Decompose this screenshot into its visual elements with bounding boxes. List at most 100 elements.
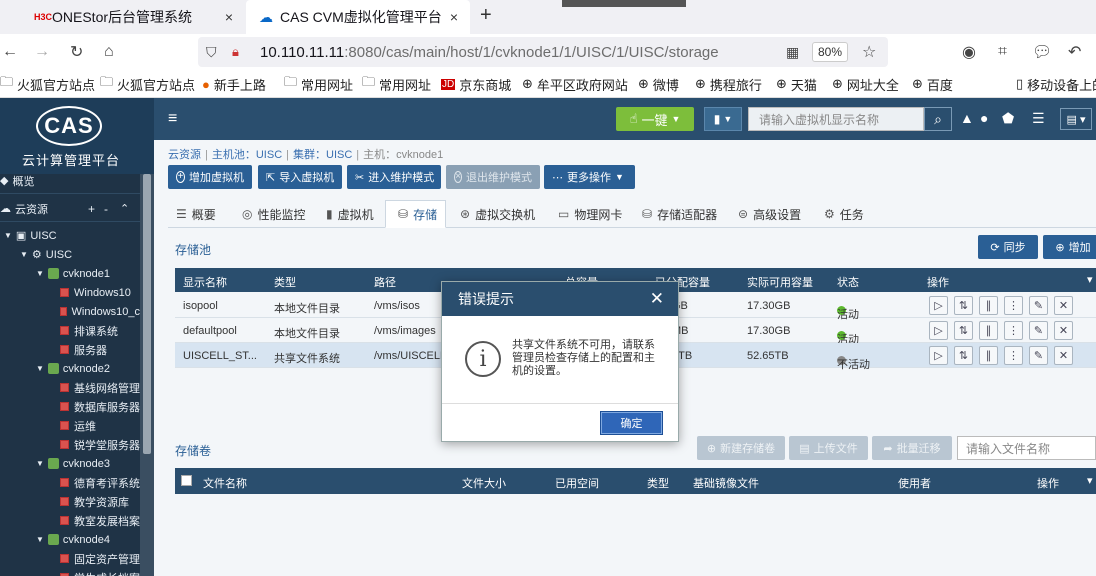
file-search-input[interactable]: 请输入文件名称 [957, 436, 1096, 460]
bookmark-item[interactable]: ● 新手上路 [202, 70, 266, 98]
batch-migrate-button[interactable]: ➦ 批量迁移 [872, 436, 952, 460]
column-menu-icon[interactable]: ▾ [1087, 474, 1093, 487]
tab-nic[interactable]: ▭ 物理网卡 [558, 200, 622, 228]
bookmark-item[interactable]: JD 京东商城 [441, 70, 511, 98]
tree-vm-item[interactable]: 德育考评系统 [0, 473, 140, 492]
tab-storage[interactable]: ⛁ 存储 [385, 200, 447, 228]
new-volume-button[interactable]: ⊕ 新建存储卷 [697, 436, 785, 460]
list-icon[interactable]: ⋮ [1004, 296, 1023, 315]
start-icon[interactable]: ▷ [929, 321, 948, 340]
tab-storage-adapter[interactable]: ⛁ 存储适配器 [642, 200, 717, 228]
tree-vm-item[interactable]: 基线网络管理 [0, 378, 140, 397]
tab-close-icon[interactable]: × [225, 9, 233, 25]
shirt-icon[interactable]: ⬟ [1002, 110, 1014, 127]
tab-vms[interactable]: ▮ 虚拟机 [326, 200, 374, 228]
column-header[interactable]: 状态 [837, 274, 859, 290]
column-header[interactable]: 类型 [647, 475, 669, 491]
tree-host-item[interactable]: ▼ cvknode2 [0, 359, 140, 378]
column-header[interactable]: 文件大小 [462, 475, 506, 491]
delete-icon[interactable]: ✕ [1054, 296, 1073, 315]
tab-advanced[interactable]: ⊜ 高级设置 [738, 200, 801, 228]
sync-button[interactable]: ⟳ 同步 [978, 235, 1038, 259]
chat-icon[interactable]: 💬︎ [1032, 34, 1052, 70]
column-header[interactable]: 操作 [1037, 475, 1059, 491]
add-vm-button[interactable]: + 增加虚拟机 [168, 165, 252, 189]
column-menu-icon[interactable]: ▾ [1087, 273, 1093, 286]
home-icon[interactable]: ⌂ [104, 34, 114, 70]
bookmark-item[interactable]: ⊕ 天猫 [776, 70, 817, 98]
tab-performance[interactable]: ◎ 性能监控 [242, 200, 306, 228]
more-actions-button[interactable]: ⋯ 更多操作 ▼ [544, 165, 635, 189]
bookmark-item[interactable]: 🗀 火狐官方站点 [100, 70, 195, 98]
pause-icon[interactable]: ∥ [979, 346, 998, 365]
one-key-button[interactable]: ☝ 一键 ▼ [616, 107, 694, 131]
vm-search-input[interactable]: 请输入虚拟机显示名称 [748, 107, 924, 131]
browser-tab-onestor[interactable]: H3C ONEStor后台管理系统 × [0, 0, 245, 34]
pause-icon[interactable]: ∥ [979, 321, 998, 340]
tab-vswitch[interactable]: ⊛ 虚拟交换机 [460, 200, 535, 228]
undo-icon[interactable]: ↶ [1068, 34, 1081, 70]
add-pool-button[interactable]: ⊕ 增加 [1043, 235, 1096, 259]
back-icon[interactable]: ← [2, 34, 18, 70]
collapse-icon[interactable]: ⌃ [120, 202, 129, 215]
qr-code-icon[interactable]: ▦ [786, 34, 799, 70]
scrollbar-thumb[interactable] [143, 174, 151, 454]
expand-arrow-icon[interactable]: ▼ [36, 459, 44, 468]
tree-vm-item[interactable]: 学生成长档案 [0, 568, 140, 576]
column-header[interactable]: 实际可用容量 [747, 274, 813, 290]
zoom-level[interactable]: 80% [812, 42, 848, 62]
remove-icon[interactable]: - [104, 202, 108, 216]
bookmark-star-icon[interactable]: ☆ [862, 34, 876, 70]
bookmark-item[interactable]: 🗀 火狐官方站点 [0, 70, 95, 98]
upload-button[interactable]: ▤ 上传文件 [789, 436, 868, 460]
breadcrumb-item[interactable]: 主机池：UISC [212, 149, 282, 161]
tree-vm-item[interactable]: 教室发展档案 [0, 511, 140, 530]
expand-arrow-icon[interactable]: ▼ [36, 535, 44, 544]
sidebar-scrollbar[interactable] [140, 174, 154, 576]
insecure-lock-icon[interactable]: 🔒︎ [232, 34, 239, 70]
filter-dropdown-button[interactable]: ▮ ▼ [704, 107, 742, 131]
column-header[interactable]: 操作 [927, 274, 949, 290]
bookmark-item[interactable]: ⊕ 网址大全 [832, 70, 899, 98]
tree-vm-item[interactable]: 服务器 [0, 340, 140, 359]
shield-icon[interactable]: ⛉ [206, 34, 217, 70]
url-text[interactable]: 10.110.11.11:8080/cas/main/host/1/cvknod… [260, 34, 719, 70]
bookmark-item[interactable]: ⊕ 携程旅行 [695, 70, 762, 98]
column-header[interactable]: 显示名称 [183, 274, 227, 290]
bookmark-item[interactable]: ⊕ 百度 [912, 70, 953, 98]
bookmark-item[interactable]: ▯移动设备上的 [1016, 70, 1096, 98]
bookmark-item[interactable]: ⊕ 微博 [638, 70, 679, 98]
tree-vm-item[interactable]: 固定资产管理 [0, 549, 140, 568]
bookmark-item[interactable]: 🗀 常用网址 [284, 70, 353, 98]
new-tab-button[interactable]: + [480, 4, 492, 27]
column-header[interactable]: 文件名称 [203, 475, 247, 491]
tree-host-item[interactable]: ▼ cvknode3 [0, 454, 140, 473]
expand-arrow-icon[interactable]: ▼ [36, 364, 44, 373]
exit-maintenance-button[interactable]: × 退出维护模式 [446, 165, 540, 189]
select-all-checkbox[interactable] [181, 475, 192, 486]
tab-tasks[interactable]: ⚙ 任务 [824, 200, 864, 228]
expand-arrow-icon[interactable]: ▼ [36, 269, 44, 278]
migrate-icon[interactable]: ⇅ [954, 321, 973, 340]
close-icon[interactable]: ✕ [650, 289, 664, 309]
bookmark-item[interactable]: ⊕ 牟平区政府网站 [522, 70, 628, 98]
alert-icon[interactable]: ▲ [960, 110, 974, 126]
bookmark-item[interactable]: 🗀 常用网址 [362, 70, 431, 98]
tree-host-item[interactable]: ▼ cvknode4 [0, 530, 140, 549]
delete-icon[interactable]: ✕ [1054, 321, 1073, 340]
tree-pool-item[interactable]: ▼ ▣ UISC [0, 226, 140, 245]
expand-arrow-icon[interactable]: ▼ [4, 231, 12, 240]
layout-menu-button[interactable]: ▤ ▾ [1060, 108, 1092, 130]
tree-vm-item[interactable]: 锐学堂服务器 [0, 435, 140, 454]
import-vm-button[interactable]: ⇱ 导入虚拟机 [258, 165, 342, 189]
tree-vm-item[interactable]: 数据库服务器 [0, 397, 140, 416]
menu-toggle-icon[interactable]: ≡ [168, 110, 177, 128]
breadcrumb-item[interactable]: 云资源 [168, 149, 201, 161]
add-icon[interactable]: + [88, 202, 95, 216]
pause-icon[interactable]: ∥ [979, 296, 998, 315]
tree-cluster-item[interactable]: ▼ ⚙ UISC [0, 245, 140, 264]
list-icon[interactable]: ⋮ [1004, 321, 1023, 340]
delete-icon[interactable]: ✕ [1054, 346, 1073, 365]
tree-vm-item[interactable]: 运维 [0, 416, 140, 435]
breadcrumb-item[interactable]: 集群：UISC [293, 149, 352, 161]
